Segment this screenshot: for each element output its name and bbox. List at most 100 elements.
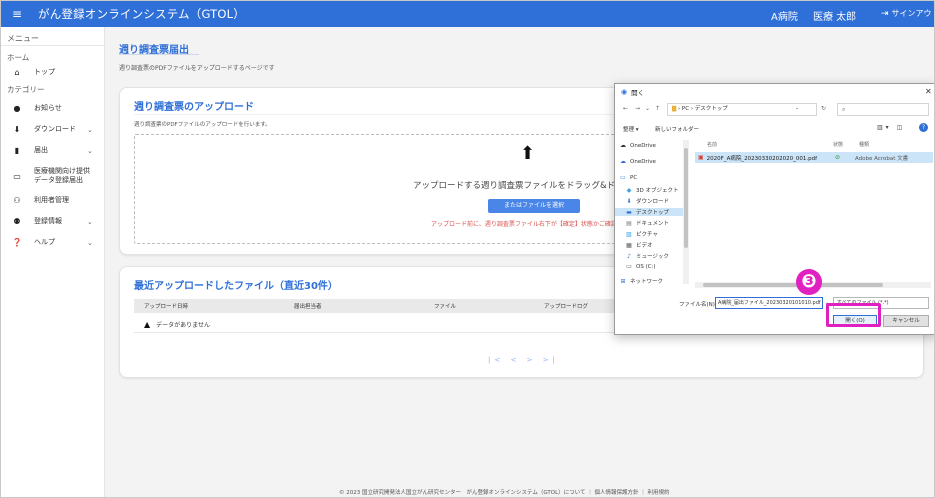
filename-input[interactable]: A病院_届出ファイル_20230320101010.pdf: [715, 297, 823, 309]
dialog-footer: ファイル名(N): A病院_届出ファイル_20230320101010.pdf …: [615, 294, 934, 334]
sidebar-item-user-management[interactable]: ⚇ 利用者管理: [1, 196, 105, 205]
column-type[interactable]: 種類: [859, 141, 869, 148]
nav-item-3d-objects[interactable]: ◆ 3D オブジェクト: [615, 186, 687, 195]
column-name[interactable]: 名前: [707, 141, 717, 148]
nav-item-label: PC: [630, 174, 638, 181]
cancel-button[interactable]: キャンセル: [883, 315, 929, 327]
column-header: アップロード日時: [144, 304, 189, 310]
drive-icon: ▭: [626, 263, 632, 270]
nav-item-pc[interactable]: ▭ PC: [615, 174, 687, 181]
nav-item-desktop[interactable]: ▬ デスクトップ: [615, 208, 687, 216]
document-icon: ▮: [14, 146, 20, 155]
sidebar-item-label: 届出: [34, 146, 48, 154]
video-icon: ▦: [626, 241, 632, 249]
organize-menu[interactable]: 整理 ▾: [623, 125, 639, 133]
user-name: 医療 太郎: [813, 12, 857, 23]
sidebar-item-news[interactable]: ● お知らせ: [1, 104, 105, 113]
new-folder-button[interactable]: 新しいフォルダー: [655, 125, 699, 133]
dialog-toolbar: 整理 ▾ 新しいフォルダー ▥▾ ◫ ?: [615, 122, 934, 136]
file-list-item[interactable]: ▣ 2020F_A病院_20230330202020_001.pdf ⊘ Ado…: [695, 152, 933, 163]
back-icon[interactable]: ←: [623, 105, 628, 112]
open-button-highlight: [826, 303, 881, 327]
address-path: › PC › デスクトップ: [677, 106, 728, 112]
recent-uploads-title: 最近アップロードしたファイル（直近30件）: [134, 281, 338, 292]
nav-item-video[interactable]: ▦ ビデオ: [615, 241, 687, 250]
chevron-down-icon[interactable]: ⌄: [645, 105, 650, 112]
nav-item-music[interactable]: ♪ ミュージック: [615, 252, 687, 261]
dialog-titlebar: ◉ 開く ✕: [615, 84, 934, 100]
sidebar-item-label: ヘルプ: [34, 238, 55, 246]
forward-icon[interactable]: →: [635, 105, 640, 112]
step-badge: ❸: [796, 269, 822, 295]
signout-button[interactable]: ⇥ サインアウト: [881, 8, 935, 19]
scrollbar-thumb[interactable]: [703, 283, 883, 287]
scrollbar-thumb[interactable]: [684, 148, 688, 248]
warning-icon: ▲: [144, 320, 151, 329]
pagination[interactable]: |< < > >|: [488, 356, 559, 364]
help-icon[interactable]: ?: [919, 123, 928, 132]
onedrive-icon: ☁: [620, 158, 626, 165]
select-file-button[interactable]: またはファイルを選択: [488, 199, 580, 213]
upload-card-description: 週り調査票のPDFファイルのアップロードを行います。: [134, 122, 271, 128]
top-header: ≡ がん登録オンラインシステム（GTOL） A病院 医療 太郎 ⇥ サインアウト: [1, 1, 935, 27]
hamburger-icon[interactable]: ≡: [12, 8, 26, 20]
sidebar-item-data-registration[interactable]: ▭ 医療機関向け提供データ登録届出: [1, 167, 105, 185]
refresh-icon[interactable]: ↻: [821, 105, 826, 112]
sidebar-item-registration-info[interactable]: ⚉ 登録情報 ⌄: [1, 217, 105, 226]
onedrive-icon: ☁: [620, 142, 626, 149]
nav-item-download[interactable]: ⬇ ダウンロード: [615, 197, 687, 206]
upload-card-title: 週り調査票のアップロード: [134, 102, 254, 113]
sidebar-item-submission[interactable]: ▮ 届出 ⌄: [1, 146, 105, 155]
upload-warning: アップロード前に、週り調査票ファイル右下が【確定】状態かご確認くだ: [431, 221, 629, 228]
view-options-icon[interactable]: ▥▾ ◫: [877, 124, 905, 131]
music-icon: ♪: [627, 252, 631, 260]
sidebar-home-heading: ホーム: [7, 53, 30, 62]
chevron-down-icon: ⌄: [87, 146, 93, 155]
nav-item-label: ミュージック: [636, 254, 669, 260]
sidebar-item-download[interactable]: ⬇ ダウンロード ⌄: [1, 125, 105, 134]
nav-item-drive-c[interactable]: ▭ OS (C:): [615, 263, 687, 270]
app-window: ≡ がん登録オンラインシステム（GTOL） A病院 医療 太郎 ⇥ サインアウト …: [0, 0, 935, 498]
documents-icon: ▤: [626, 219, 632, 227]
network-icon: ⊞: [620, 277, 626, 285]
column-header: 届出担当者: [294, 304, 322, 310]
nav-item-label: ドキュメント: [636, 221, 670, 227]
pc-icon: ▭: [620, 174, 626, 181]
sidebar-item-top[interactable]: ⌂ トップ: [1, 68, 105, 77]
empty-message: データがありません: [156, 322, 210, 329]
monitor-icon: ▭: [13, 171, 21, 181]
divider: [1, 45, 105, 46]
chevron-down-icon: ⌄: [87, 125, 93, 134]
user-settings-icon: ⚉: [13, 217, 21, 226]
app-title: がん登録オンラインシステム（GTOL）: [38, 7, 245, 21]
sidebar-item-label: 登録情報: [34, 217, 62, 225]
sidebar-item-help[interactable]: ❓ ヘルプ ⌄: [1, 238, 105, 247]
search-input[interactable]: ⌕: [837, 103, 929, 116]
info-icon: ●: [13, 104, 21, 113]
footer: © 2023 国立研究開発法人国立がん研究センター がん登録オンラインシステム（…: [339, 490, 670, 496]
signout-label: サインアウト: [891, 9, 935, 18]
divider: [119, 54, 199, 55]
nav-item-onedrive[interactable]: ☁ OneDrive: [615, 158, 687, 165]
nav-item-label: ビデオ: [636, 243, 653, 249]
chevron-down-icon: ⌄: [87, 238, 93, 247]
vertical-scrollbar[interactable]: [683, 140, 689, 284]
upload-icon: ⬆: [520, 143, 536, 164]
sidebar-item-label: トップ: [34, 68, 55, 76]
nav-item-onedrive[interactable]: ☁ OneDrive: [615, 142, 687, 149]
sidebar-item-label: ダウンロード: [34, 125, 76, 133]
nav-item-network[interactable]: ⊞ ネットワーク: [615, 277, 687, 286]
sidebar: メニュー ホーム ⌂ トップ カテゴリー ● お知らせ ⬇ ダウンロード ⌄ ▮…: [1, 27, 105, 497]
nav-item-pictures[interactable]: ▧ ピクチャ: [615, 230, 687, 239]
folder-icon: ▇: [672, 106, 677, 112]
nav-item-label: OneDrive: [630, 158, 656, 165]
nav-item-documents[interactable]: ▤ ドキュメント: [615, 219, 687, 228]
chevron-down-icon[interactable]: ⌄: [795, 105, 799, 111]
close-icon[interactable]: ✕: [925, 87, 932, 96]
column-header: ファイル: [434, 304, 457, 310]
sync-status-icon: ⊘: [835, 154, 841, 161]
file-open-dialog: ◉ 開く ✕ ← → ⌄ ↑ ▇ › PC › デスクトップ ⌄ ↻ ⌕ 整理 …: [614, 83, 934, 335]
column-status[interactable]: 状態: [833, 141, 843, 148]
up-icon[interactable]: ↑: [655, 105, 660, 112]
nav-item-label: OS (C:): [636, 263, 656, 270]
